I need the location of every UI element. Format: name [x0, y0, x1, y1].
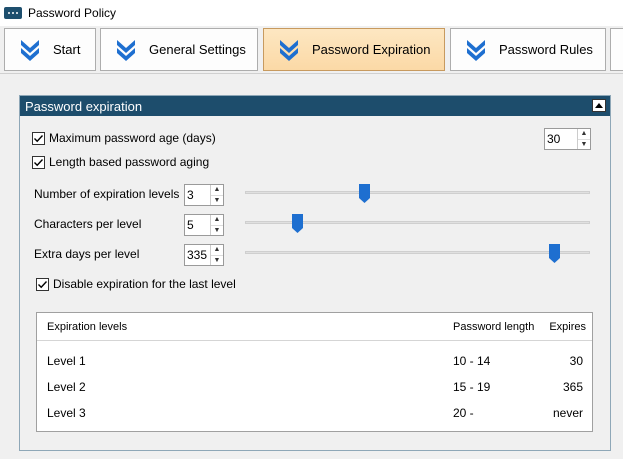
chars-stepper[interactable]: 5 ▲ ▼ — [184, 214, 224, 236]
max-age-label: Maximum password age (days) — [49, 131, 216, 145]
tab-label: Start — [53, 42, 81, 57]
table-header: Expiration levels Password length Expire… — [37, 313, 592, 341]
level-cell: Level 1 — [47, 354, 86, 368]
tab-overflow[interactable] — [610, 28, 623, 71]
stepper-down-icon[interactable]: ▼ — [211, 226, 223, 236]
chevron-down-icon — [280, 39, 298, 61]
length-aging-label: Length based password aging — [49, 155, 210, 169]
max-age-checkbox-row[interactable]: Maximum password age (days) — [32, 131, 216, 145]
app-icon — [4, 7, 22, 19]
toolbar: Start General Settings Password Expirati… — [0, 26, 623, 74]
extra-days-value[interactable]: 335 — [185, 245, 210, 265]
max-age-value[interactable]: 30 — [545, 129, 577, 149]
level-cell: Level 3 — [47, 406, 86, 420]
max-age-stepper[interactable]: 30 ▲ ▼ — [544, 128, 591, 150]
stepper-down-icon[interactable]: ▼ — [211, 256, 223, 266]
levels-slider-thumb[interactable] — [358, 184, 370, 203]
chars-slider-thumb[interactable] — [291, 214, 303, 233]
length-cell: 20 - — [453, 406, 474, 420]
table-row[interactable]: Level 2 15 - 19 365 — [37, 375, 592, 401]
expires-cell: never — [552, 406, 583, 420]
expires-cell: 365 — [562, 380, 583, 394]
chevron-down-icon — [467, 39, 485, 61]
window-title: Password Policy — [28, 6, 117, 20]
table-row[interactable]: Level 3 20 - never — [37, 401, 592, 427]
stepper-down-icon[interactable]: ▼ — [211, 196, 223, 206]
table-row[interactable]: Level 1 10 - 14 30 — [37, 349, 592, 375]
length-aging-checkbox-row[interactable]: Length based password aging — [32, 155, 209, 169]
levels-label: Number of expiration levels — [34, 187, 180, 201]
chars-label: Characters per level — [34, 217, 142, 231]
password-expiration-panel: Password expiration Maximum password age… — [19, 95, 611, 451]
tab-label: Password Expiration — [312, 42, 431, 57]
chars-value[interactable]: 5 — [185, 215, 210, 235]
check-icon — [38, 280, 48, 288]
tab-general-settings[interactable]: General Settings — [100, 28, 258, 71]
panel-title: Password expiration — [25, 98, 143, 114]
collapse-button[interactable] — [592, 99, 606, 112]
chevron-down-icon — [117, 39, 135, 61]
stepper-up-icon[interactable]: ▲ — [578, 129, 590, 140]
levels-slider-track[interactable] — [245, 191, 590, 194]
stepper-up-icon[interactable]: ▲ — [211, 185, 223, 196]
disable-last-checkbox[interactable] — [36, 277, 49, 291]
stepper-down-icon[interactable]: ▼ — [578, 140, 590, 150]
level-cell: Level 2 — [47, 380, 86, 394]
tab-label: Password Rules — [499, 42, 593, 57]
expiration-levels-table: Expiration levels Password length Expire… — [36, 312, 593, 432]
window-titlebar: Password Policy — [0, 0, 623, 26]
disable-last-checkbox-row[interactable]: Disable expiration for the last level — [36, 277, 236, 291]
tab-password-rules[interactable]: Password Rules — [450, 28, 606, 71]
levels-value[interactable]: 3 — [185, 185, 210, 205]
column-header-expires[interactable]: Expires — [549, 321, 586, 333]
extra-days-label: Extra days per level — [34, 247, 140, 261]
disable-last-label: Disable expiration for the last level — [53, 277, 236, 291]
tab-password-expiration[interactable]: Password Expiration — [263, 28, 445, 71]
tab-label: General Settings — [149, 42, 246, 57]
extra-days-slider-thumb[interactable] — [548, 244, 560, 263]
column-header-levels[interactable]: Expiration levels — [47, 321, 127, 333]
stepper-up-icon[interactable]: ▲ — [211, 245, 223, 256]
extra-days-slider-track[interactable] — [245, 251, 590, 254]
check-icon — [34, 158, 44, 166]
extra-days-stepper[interactable]: 335 ▲ ▼ — [184, 244, 224, 266]
length-cell: 10 - 14 — [453, 354, 491, 368]
panel-header: Password expiration — [20, 96, 610, 116]
levels-stepper[interactable]: 3 ▲ ▼ — [184, 184, 224, 206]
check-icon — [34, 134, 44, 142]
chevron-down-icon — [21, 39, 39, 61]
tab-start[interactable]: Start — [4, 28, 96, 71]
chevron-up-icon — [595, 103, 603, 108]
column-header-length[interactable]: Password length — [453, 321, 534, 333]
max-age-checkbox[interactable] — [32, 131, 45, 145]
length-aging-checkbox[interactable] — [32, 155, 45, 169]
stepper-up-icon[interactable]: ▲ — [211, 215, 223, 226]
expires-cell: 30 — [569, 354, 583, 368]
length-cell: 15 - 19 — [453, 380, 491, 394]
